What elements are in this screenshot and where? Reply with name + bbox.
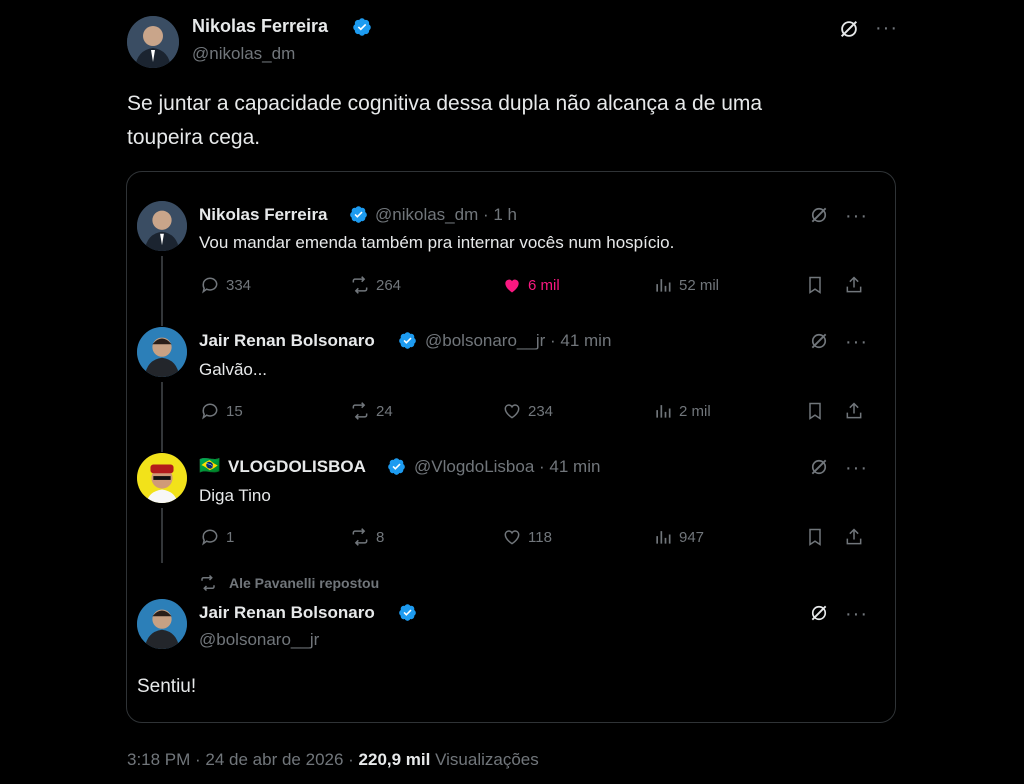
reply-count: 334	[226, 276, 252, 294]
reply-count: 1	[226, 528, 235, 546]
post-text-line-2: toupeira cega.	[127, 126, 261, 149]
verified-badge-icon	[398, 331, 417, 355]
share-icon[interactable]	[844, 527, 864, 552]
repost-button[interactable]: 264	[350, 275, 401, 295]
post-timestamp[interactable]: 3:18 PM · 24 de abr de 2026 ·	[127, 750, 354, 769]
reply-button[interactable]: 1	[200, 527, 234, 547]
heart-filled-icon	[505, 279, 519, 293]
avatar[interactable]	[137, 453, 187, 503]
grok-icon[interactable]	[807, 329, 831, 353]
author-name[interactable]: Jair Renan Bolsonaro	[199, 603, 375, 623]
reply-icon	[202, 529, 218, 546]
avatar[interactable]	[137, 201, 187, 251]
bookmark-icon[interactable]	[805, 527, 825, 552]
author-name[interactable]: VLOGDOLISBOA	[228, 457, 366, 477]
heart-icon	[504, 404, 520, 419]
verified-badge-icon	[349, 205, 368, 229]
author-name[interactable]: Nikolas Ferreira	[199, 205, 328, 225]
author-handle[interactable]: @bolsonaro__jr	[199, 630, 319, 650]
reply-text: Vou mandar emenda também pra internar vo…	[199, 233, 675, 252]
views-button[interactable]: 52 mil	[653, 275, 719, 295]
author-handle[interactable]: @VlogdoLisboa · 41 min	[414, 457, 600, 477]
final-post-text: Sentiu!	[137, 676, 197, 697]
verified-badge-icon	[352, 17, 372, 42]
bookmark-icon[interactable]	[805, 275, 825, 300]
grok-icon[interactable]	[807, 455, 831, 479]
repost-icon	[352, 276, 368, 294]
repost-button[interactable]: 8	[350, 527, 384, 547]
repost-button[interactable]: 24	[350, 401, 393, 421]
thread-connector	[161, 382, 163, 452]
author-handle[interactable]: @nikolas_dm	[192, 44, 295, 64]
repost-icon	[352, 528, 368, 546]
thread-connector	[161, 508, 163, 563]
like-count: 234	[528, 402, 554, 420]
repost-count: 8	[376, 528, 385, 546]
reply-icon	[202, 277, 218, 294]
repost-count: 24	[376, 402, 393, 420]
views-count: 947	[679, 528, 705, 546]
like-button[interactable]: 234	[502, 401, 553, 421]
author-handle[interactable]: @bolsonaro__jr · 41 min	[425, 331, 611, 351]
more-options-icon[interactable]: ···	[845, 332, 868, 352]
avatar[interactable]	[127, 16, 179, 68]
verified-badge-icon	[387, 457, 406, 481]
reply-text: Galvão...	[199, 360, 268, 379]
repost-count: 264	[376, 276, 402, 294]
author-name[interactable]: Jair Renan Bolsonaro	[199, 331, 375, 351]
views-label: Visualizações	[435, 750, 539, 769]
views-icon	[656, 279, 671, 292]
more-options-icon[interactable]: ···	[845, 458, 868, 478]
like-count: 6 mil	[528, 276, 560, 294]
repost-icon	[352, 402, 368, 420]
avatar[interactable]	[137, 599, 187, 649]
bookmark-icon[interactable]	[805, 401, 825, 426]
repost-notice[interactable]: Ale Pavanelli repostou	[229, 575, 379, 591]
views-icon	[656, 531, 671, 544]
reply-text: Diga Tino	[199, 486, 271, 505]
avatar-image	[127, 16, 179, 68]
reply-icon	[202, 403, 218, 420]
post-text-line-1: Se juntar a capacidade cognitiva dessa d…	[127, 92, 763, 115]
heart-icon	[504, 530, 520, 545]
views-count: 52 mil	[679, 276, 720, 294]
views-count: 2 mil	[679, 402, 711, 420]
reply-button[interactable]: 15	[200, 401, 243, 421]
thread-connector	[161, 256, 163, 326]
avatar[interactable]	[137, 327, 187, 377]
more-options-icon[interactable]: ···	[875, 18, 898, 38]
reply-button[interactable]: 334	[200, 275, 251, 295]
author-name[interactable]: Nikolas Ferreira	[192, 16, 328, 37]
grok-icon[interactable]	[807, 601, 831, 625]
like-button[interactable]: 118	[502, 527, 552, 547]
more-options-icon[interactable]: ···	[845, 604, 868, 624]
repost-small-icon	[199, 574, 217, 597]
like-count: 118	[528, 528, 552, 546]
verified-badge-icon	[398, 603, 417, 627]
more-options-icon[interactable]: ···	[845, 206, 868, 226]
share-icon[interactable]	[844, 275, 864, 300]
views-icon	[656, 405, 671, 418]
views-button[interactable]: 2 mil	[653, 401, 711, 421]
brazil-flag-emoji: 🇧🇷	[199, 456, 221, 475]
views-button[interactable]: 947	[653, 527, 704, 547]
views-total: 220,9 mil	[358, 750, 431, 769]
share-icon[interactable]	[844, 401, 864, 426]
post-meta: 3:18 PM · 24 de abr de 2026 · 220,9 mil …	[127, 750, 539, 770]
grok-icon[interactable]	[807, 203, 831, 227]
like-button[interactable]: 6 mil	[502, 275, 560, 295]
reply-count: 15	[226, 402, 243, 420]
author-handle[interactable]: @nikolas_dm · 1 h	[375, 205, 517, 225]
grok-icon[interactable]	[836, 16, 862, 42]
